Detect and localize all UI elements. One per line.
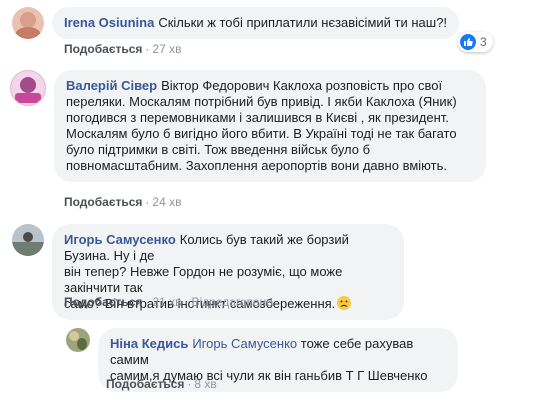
comment-text: Скільки ж тобі приплатили нєзавісімий ти… xyxy=(158,15,448,30)
avatar-valeriy[interactable] xyxy=(10,70,46,106)
timestamp[interactable]: 8 хв xyxy=(194,377,216,391)
comment-text-line: повномасштабним. Захоплення аеропортів в… xyxy=(66,158,447,173)
thumbs-up-icon xyxy=(460,34,476,50)
comment-actions: Подобається · 21 хв · Відредаговано xyxy=(64,295,273,309)
comment-text-line: Віктор Федорович Каклоха розповість про … xyxy=(161,78,443,93)
comment-text-line: переляки. Москалям потрібний був привід.… xyxy=(66,94,457,109)
reaction-count-badge[interactable]: 3 xyxy=(458,32,493,52)
avatar-nina[interactable] xyxy=(66,328,90,352)
like-link[interactable]: Подобається xyxy=(106,377,184,391)
comment-actions: Подобається · 27 хв xyxy=(64,42,182,56)
timestamp[interactable]: 24 хв xyxy=(152,195,181,209)
comment-text-line: погодився з перемовниками і залишився в … xyxy=(66,110,449,125)
comment-author[interactable]: Игорь Самусенко xyxy=(64,232,176,247)
comment-bubble: Валерій Сівер Віктор Федорович Каклоха ро… xyxy=(54,70,486,182)
like-link[interactable]: Подобається xyxy=(64,42,142,56)
comment-author[interactable]: Irena Osiunina xyxy=(64,15,154,30)
timestamp[interactable]: 21 хв xyxy=(152,295,181,309)
comment-irena: Irena Osiunina Скільки ж тобі приплатили … xyxy=(12,7,460,39)
comment-valeriy: Валерій Сівер Віктор Федорович Каклоха ро… xyxy=(10,70,486,182)
comment-author[interactable]: Ніна Кедись xyxy=(110,336,188,351)
avatar-irena[interactable] xyxy=(12,7,44,39)
comment-text-line: Москалям було б вигідно його вбити. В Ук… xyxy=(66,126,457,141)
comment-text-line: було підтримки в світі. Тож введення вій… xyxy=(66,142,371,157)
reaction-count: 3 xyxy=(480,35,487,49)
comment-actions: Подобається · 24 хв xyxy=(64,195,182,209)
comment-actions: Подобається · 8 хв xyxy=(106,377,217,391)
sad-face-emoji xyxy=(337,296,352,310)
comment-bubble: Irena Osiunina Скільки ж тобі приплатили … xyxy=(52,7,460,39)
like-link[interactable]: Подобається xyxy=(64,195,142,209)
avatar-igor[interactable] xyxy=(12,224,44,256)
comment-author[interactable]: Валерій Сівер xyxy=(66,78,157,93)
mention-link[interactable]: Игорь Самусенко xyxy=(192,336,297,351)
edited-label: Відредаговано xyxy=(191,295,273,309)
comment-text-line: він тепер? Невже Гордон не розуміє, що м… xyxy=(64,264,343,295)
like-link[interactable]: Подобається xyxy=(64,295,142,309)
timestamp[interactable]: 27 хв xyxy=(152,42,181,56)
